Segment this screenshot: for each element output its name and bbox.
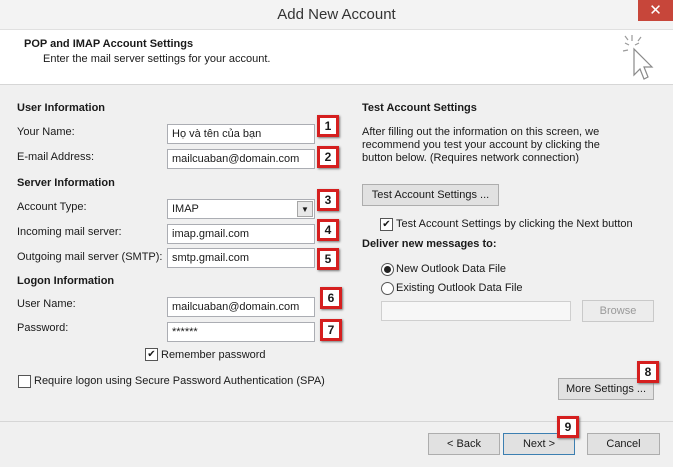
step-marker-5: 5: [317, 248, 339, 270]
server-info-heading: Server Information: [17, 177, 115, 189]
back-button[interactable]: < Back: [428, 433, 500, 455]
browse-button[interactable]: Browse: [582, 300, 654, 322]
spa-checkbox[interactable]: [18, 375, 31, 388]
step-marker-1: 1: [317, 115, 339, 137]
step-marker-6: 6: [320, 287, 342, 309]
remember-password-label: Remember password: [161, 349, 266, 361]
test-settings-description: After filling out the information on thi…: [362, 126, 600, 164]
deliver-heading: Deliver new messages to:: [362, 238, 497, 250]
chevron-down-icon[interactable]: ▼: [297, 201, 313, 217]
username-field[interactable]: mailcuaban@domain.com: [167, 297, 315, 317]
auto-test-label: Test Account Settings by clicking the Ne…: [396, 218, 633, 230]
window-title: Add New Account: [277, 6, 396, 23]
header-title: POP and IMAP Account Settings: [24, 38, 194, 50]
your-name-label: Your Name:: [17, 126, 75, 138]
step-marker-3: 3: [317, 189, 339, 211]
cancel-button[interactable]: Cancel: [587, 433, 660, 455]
test-settings-heading: Test Account Settings: [362, 102, 477, 114]
incoming-server-field[interactable]: imap.gmail.com: [167, 224, 315, 244]
wizard-header: POP and IMAP Account Settings Enter the …: [0, 30, 673, 85]
account-type-label: Account Type:: [17, 201, 87, 213]
incoming-server-label: Incoming mail server:: [17, 226, 122, 238]
logon-info-heading: Logon Information: [17, 275, 115, 287]
header-subtitle: Enter the mail server settings for your …: [43, 53, 271, 65]
account-type-value: IMAP: [172, 203, 199, 215]
email-field[interactable]: mailcuaban@domain.com: [167, 149, 315, 169]
step-marker-2: 2: [317, 146, 339, 168]
spa-label: Require logon using Secure Password Auth…: [34, 375, 325, 387]
password-field[interactable]: ******: [167, 322, 315, 342]
existing-data-file-radio[interactable]: [381, 282, 394, 295]
title-bar: Add New Account ✕: [0, 0, 673, 30]
new-data-file-label: New Outlook Data File: [396, 263, 507, 275]
existing-data-file-label: Existing Outlook Data File: [396, 282, 523, 294]
cursor-sparkle-icon: [622, 35, 654, 80]
email-label: E-mail Address:: [17, 151, 95, 163]
username-label: User Name:: [17, 298, 76, 310]
step-marker-7: 7: [320, 319, 342, 341]
user-info-heading: User Information: [17, 102, 106, 114]
step-marker-8: 8: [637, 361, 659, 383]
account-type-select[interactable]: IMAP ▼: [167, 199, 315, 219]
outgoing-server-label: Outgoing mail server (SMTP):: [17, 251, 163, 263]
close-button[interactable]: ✕: [638, 0, 673, 21]
your-name-field[interactable]: Họ và tên của bạn: [167, 124, 315, 144]
data-file-path-field[interactable]: [381, 301, 571, 321]
step-marker-9: 9: [557, 416, 579, 438]
step-marker-4: 4: [317, 219, 339, 241]
auto-test-checkbox[interactable]: ✔: [380, 218, 393, 231]
remember-password-checkbox[interactable]: ✔: [145, 348, 158, 361]
test-account-settings-button[interactable]: Test Account Settings ...: [362, 184, 499, 206]
new-data-file-radio[interactable]: [381, 263, 394, 276]
password-label: Password:: [17, 322, 69, 334]
outgoing-server-field[interactable]: smtp.gmail.com: [167, 248, 315, 268]
